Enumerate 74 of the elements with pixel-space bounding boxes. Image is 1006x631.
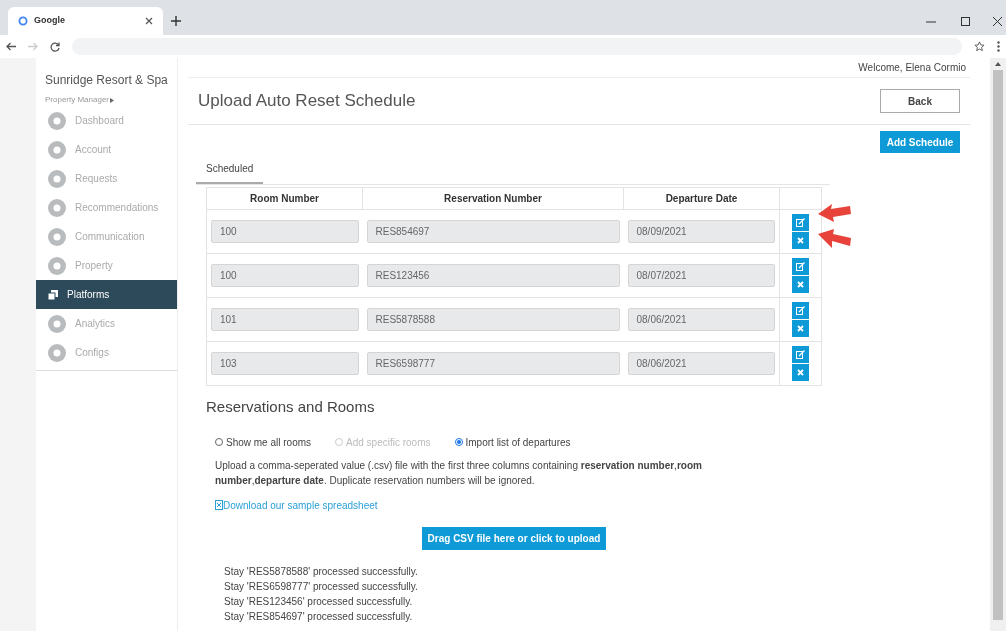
input-field[interactable]: 08/06/2021 bbox=[627, 308, 775, 331]
download-link[interactable]: Download our sample spreadsheet bbox=[215, 497, 378, 513]
delete-button[interactable] bbox=[792, 364, 809, 381]
instructions-text: Upload a comma-seperated value (.csv) file with the first three columns containing reservation number,room number,departure date. Duplicate reservation numbers will be ignored. bbox=[215, 458, 703, 488]
input-field[interactable]: RES5878588 bbox=[366, 308, 620, 331]
scrollbar-thumb[interactable] bbox=[993, 70, 1003, 620]
star-icon[interactable] bbox=[974, 41, 985, 52]
input-field[interactable]: RES123456 bbox=[366, 264, 620, 287]
spreadsheet-icon bbox=[215, 500, 223, 510]
edit-icon bbox=[796, 306, 805, 315]
circle-icon bbox=[48, 256, 66, 275]
browser-tab[interactable]: Google bbox=[8, 7, 163, 35]
input-field[interactable]: 08/06/2021 bbox=[627, 352, 775, 375]
column-header: Departure Date bbox=[623, 187, 780, 210]
input-field[interactable]: RES854697 bbox=[366, 220, 620, 243]
delete-button[interactable] bbox=[792, 276, 809, 293]
role-menu[interactable]: Property Manager bbox=[45, 94, 110, 106]
status-message: Stay 'RES5878588' processed successfully. bbox=[224, 564, 419, 579]
tab[interactable]: Scheduled bbox=[196, 155, 264, 184]
welcome-text: Welcome, Elena Cormio bbox=[858, 61, 966, 75]
google-icon bbox=[18, 16, 28, 26]
column-header: Reservation Number bbox=[362, 187, 624, 210]
reload-icon[interactable] bbox=[50, 41, 60, 52]
status-message: Stay 'RES6598777' processed successfully. bbox=[224, 579, 419, 594]
close-icon bbox=[797, 281, 804, 288]
close-icon bbox=[797, 237, 804, 244]
property-name: Sunridge Resort & Spa bbox=[44, 72, 169, 89]
sidebar-item[interactable]: Platforms bbox=[36, 280, 177, 309]
status-message: Stay 'RES854697' processed successfully. bbox=[224, 609, 414, 624]
section-title: Reservations and Rooms bbox=[206, 397, 376, 417]
new-tab-icon[interactable] bbox=[171, 16, 181, 26]
caret-icon bbox=[110, 97, 115, 103]
maximize-icon[interactable] bbox=[961, 17, 970, 26]
forward-arrow-icon[interactable] bbox=[28, 42, 38, 51]
tab-title: Google bbox=[34, 14, 66, 28]
input-field[interactable]: RES6598777 bbox=[366, 352, 620, 375]
circle-icon bbox=[48, 343, 66, 362]
upload-button[interactable]: Drag CSV file here or click to upload bbox=[422, 526, 606, 550]
back-arrow-icon[interactable] bbox=[6, 42, 16, 51]
page-title: Upload Auto Reset Schedule bbox=[198, 90, 416, 113]
input-field[interactable]: 100 bbox=[211, 264, 359, 287]
circle-icon bbox=[48, 198, 66, 217]
close-window-icon[interactable] bbox=[993, 17, 1002, 26]
menu-icon[interactable] bbox=[997, 41, 1000, 52]
circle-icon bbox=[48, 169, 66, 188]
add-schedule-button[interactable]: Add Schedule bbox=[880, 131, 960, 153]
circle-icon bbox=[48, 314, 66, 333]
radio-option[interactable]: Import list of departures bbox=[454, 434, 571, 450]
circle-icon bbox=[48, 227, 66, 246]
column-header: Room Number bbox=[206, 187, 363, 210]
input-field[interactable]: 103 bbox=[211, 352, 359, 375]
input-field[interactable]: 08/09/2021 bbox=[627, 220, 775, 243]
delete-button[interactable] bbox=[792, 320, 809, 337]
pages-icon bbox=[48, 289, 58, 300]
delete-button[interactable] bbox=[792, 232, 809, 249]
circle-icon bbox=[48, 140, 66, 159]
edit-button[interactable] bbox=[792, 302, 809, 319]
input-field[interactable]: 101 bbox=[211, 308, 359, 331]
edit-icon bbox=[796, 262, 805, 271]
scroll-up-icon[interactable] bbox=[995, 62, 1001, 66]
edit-button[interactable] bbox=[792, 214, 809, 231]
status-message: Stay 'RES123456' processed successfully. bbox=[224, 594, 414, 609]
close-icon[interactable] bbox=[145, 17, 153, 25]
close-icon bbox=[797, 369, 804, 376]
back-button[interactable]: Back bbox=[880, 89, 960, 113]
circle-icon bbox=[48, 111, 66, 130]
close-icon bbox=[797, 325, 804, 332]
input-field[interactable]: 100 bbox=[211, 220, 359, 243]
edit-button[interactable] bbox=[792, 346, 809, 363]
edit-icon bbox=[796, 350, 805, 359]
edit-button[interactable] bbox=[792, 258, 809, 275]
radio-option[interactable]: Show me all rooms bbox=[215, 434, 312, 450]
edit-icon bbox=[796, 218, 805, 227]
input-field[interactable]: 08/07/2021 bbox=[627, 264, 775, 287]
